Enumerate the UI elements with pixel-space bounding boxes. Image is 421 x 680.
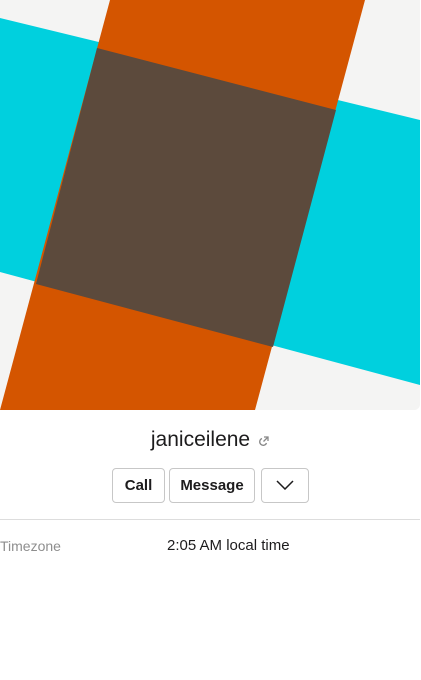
external-link-icon[interactable] — [257, 435, 269, 448]
timezone-value: 2:05 AM local time — [167, 537, 290, 554]
profile-name-row: janiceilene — [0, 424, 420, 456]
more-actions-button[interactable] — [261, 468, 309, 503]
chevron-down-icon — [276, 477, 294, 494]
call-button[interactable]: Call — [112, 468, 165, 503]
profile-username: janiceilene — [150, 428, 251, 451]
profile-actions: Call Message — [112, 468, 309, 503]
profile-banner-image — [0, 0, 420, 410]
message-button[interactable]: Message — [169, 468, 255, 503]
profile-panel: janiceilene Call Message Timezone 2:05 A… — [0, 0, 421, 680]
section-divider — [0, 519, 420, 520]
timezone-field-row: Timezone 2:05 AM local time — [0, 536, 420, 558]
timezone-label: Timezone — [0, 538, 61, 554]
